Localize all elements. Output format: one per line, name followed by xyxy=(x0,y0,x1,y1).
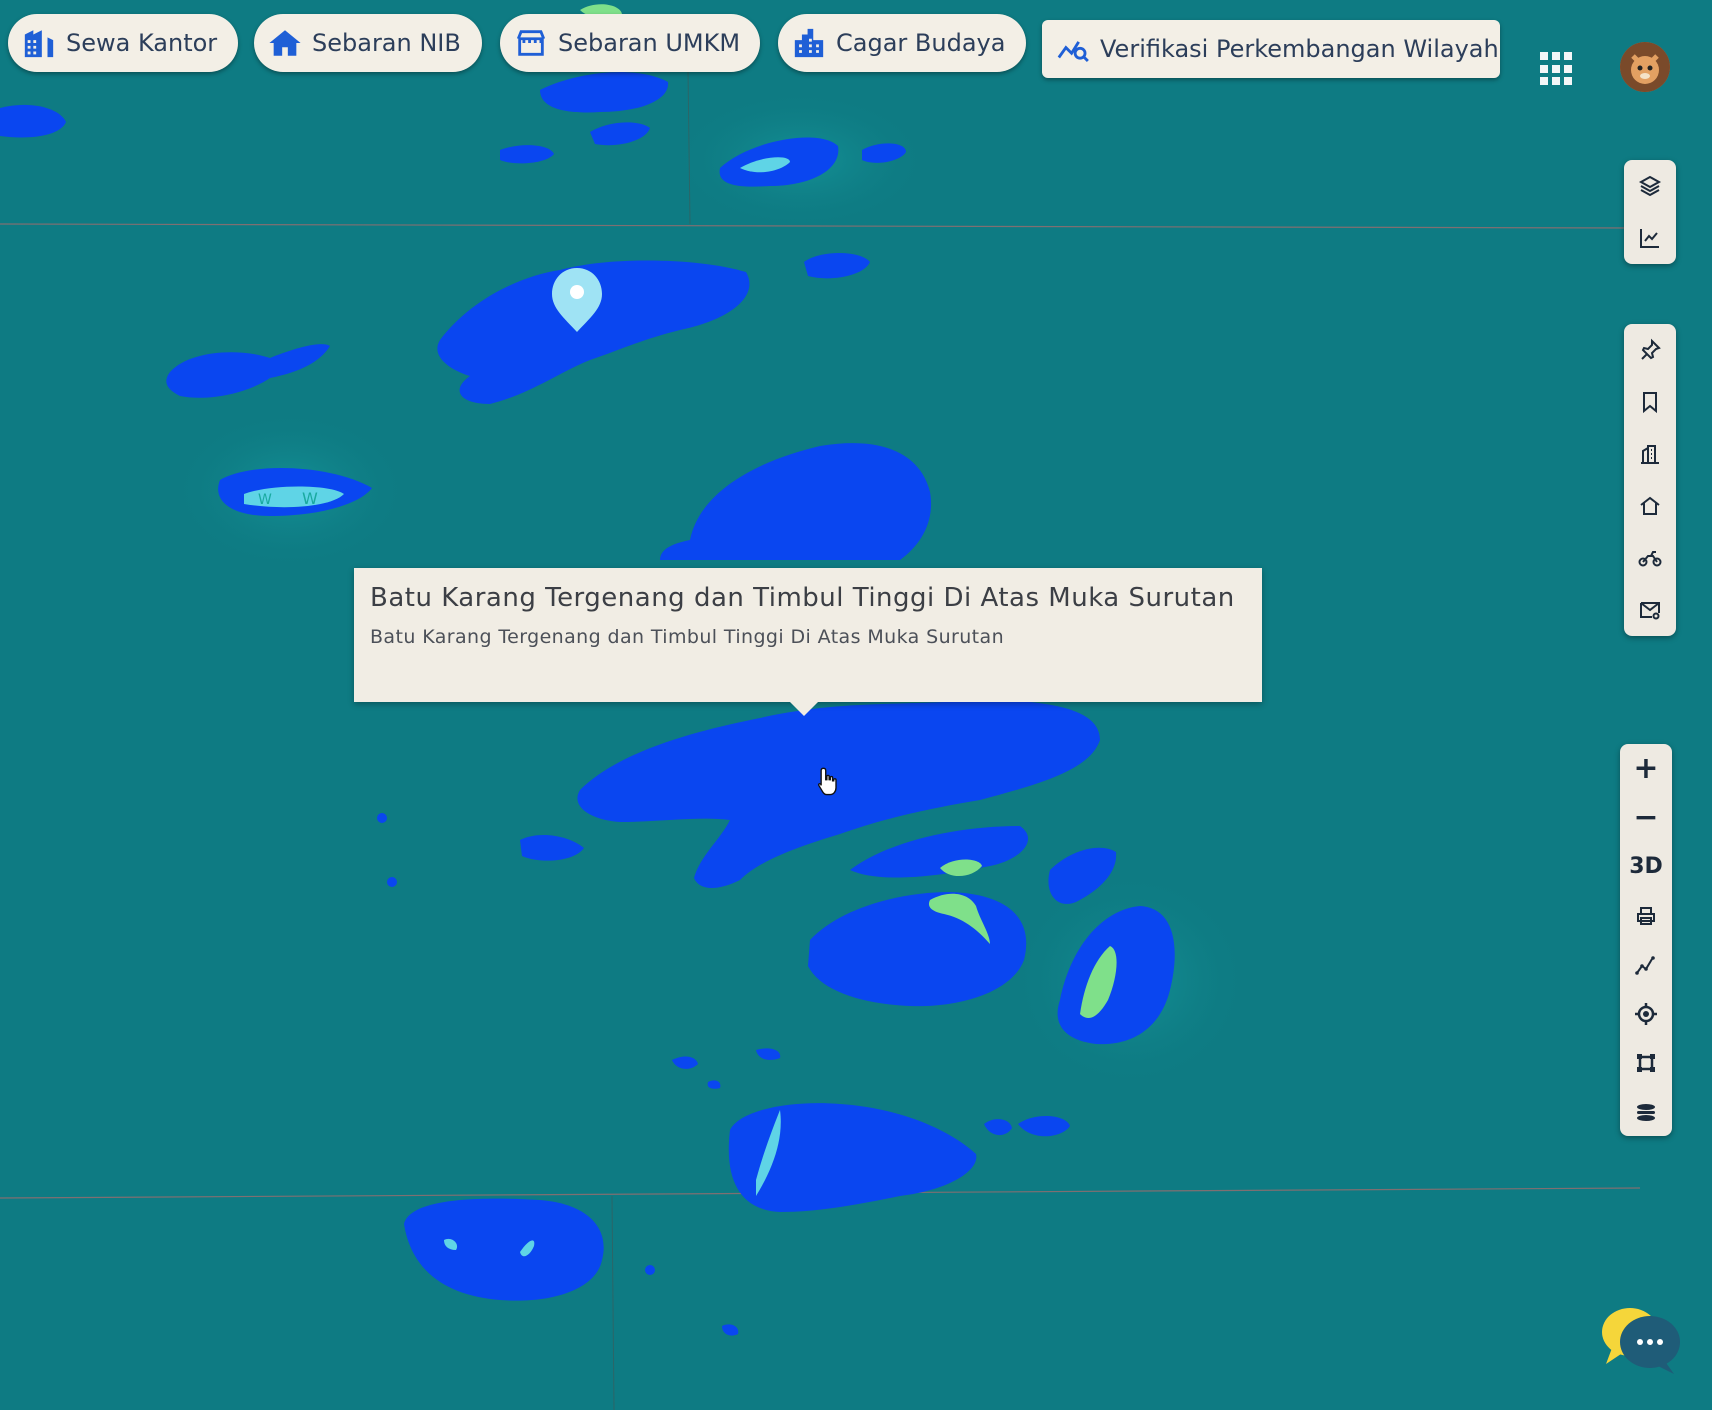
chip-label: Sebaran UMKM xyxy=(558,29,741,57)
chip-cagar-budaya[interactable]: Cagar Budaya xyxy=(778,14,1026,72)
mail-icon xyxy=(1640,602,1660,620)
bookmark-icon xyxy=(1643,392,1657,414)
chip-sebaran-nib[interactable]: Sebaran NIB xyxy=(254,14,482,72)
print-icon xyxy=(1637,906,1655,925)
home-icon xyxy=(269,30,301,56)
motorcycle-icon xyxy=(1638,551,1662,567)
feature-popup: Batu Karang Tergenang dan Timbul Tinggi … xyxy=(354,568,1262,716)
mail-button[interactable] xyxy=(1624,584,1676,636)
store-icon xyxy=(516,30,546,56)
chat-bubble-icon[interactable] xyxy=(1594,1298,1684,1378)
chip-sewa-kantor[interactable]: Sewa Kantor xyxy=(8,14,238,72)
popup-subtitle: Batu Karang Tergenang dan Timbul Tinggi … xyxy=(370,626,1005,648)
reef-area xyxy=(377,813,387,823)
map-canvas[interactable]: W W xyxy=(0,0,1712,1410)
measure-button[interactable] xyxy=(1620,940,1672,989)
chart-button[interactable] xyxy=(1624,212,1676,264)
locate-button[interactable] xyxy=(1620,989,1672,1038)
pin-button[interactable] xyxy=(1624,324,1676,376)
office-building-icon xyxy=(24,30,54,58)
crop-icon xyxy=(1637,1053,1655,1072)
stack-icon xyxy=(1637,1103,1655,1121)
map-label: W xyxy=(302,489,318,508)
zoom-in-button[interactable]: + xyxy=(1620,744,1672,793)
locate-icon xyxy=(1635,1002,1657,1025)
chip-label: Cagar Budaya xyxy=(836,29,1006,57)
chart-search-icon xyxy=(1057,41,1089,63)
chip-verifikasi-perkembangan-wilayah[interactable]: Verifikasi Perkembangan Wilayah xyxy=(1042,20,1500,78)
chip-label: Verifikasi Perkembangan Wilayah xyxy=(1100,35,1499,63)
popup-title: Batu Karang Tergenang dan Timbul Tinggi … xyxy=(370,583,1235,613)
print-button[interactable] xyxy=(1620,891,1672,940)
motorcycle-button[interactable] xyxy=(1624,532,1676,584)
line-chart-icon xyxy=(1640,229,1659,248)
city-buildings-icon xyxy=(794,28,824,58)
zoom-out-button[interactable]: − xyxy=(1620,793,1672,842)
layers-icon xyxy=(1638,175,1662,197)
toolbar-map-controls: + − 3D xyxy=(1620,744,1672,1136)
home-outline-icon xyxy=(1640,496,1660,515)
crop-button[interactable] xyxy=(1620,1038,1672,1087)
chip-sebaran-umkm[interactable]: Sebaran UMKM xyxy=(500,14,760,72)
bookmark-button[interactable] xyxy=(1624,376,1676,428)
toolbar-layers xyxy=(1624,160,1676,264)
building-icon xyxy=(1641,445,1659,464)
chip-label: Sebaran NIB xyxy=(312,29,461,57)
home-button[interactable] xyxy=(1624,480,1676,532)
toolbar-tools xyxy=(1624,324,1676,636)
user-avatar-icon[interactable] xyxy=(1620,42,1670,92)
stack-button[interactable] xyxy=(1620,1087,1672,1136)
pin-icon xyxy=(1641,338,1661,360)
building-button[interactable] xyxy=(1624,428,1676,480)
view-3d-button[interactable]: 3D xyxy=(1620,842,1672,891)
layers-button[interactable] xyxy=(1624,160,1676,212)
reef-area xyxy=(387,877,397,887)
reef-area xyxy=(645,1265,655,1275)
map-label: W xyxy=(258,492,272,508)
hand-cursor-icon xyxy=(818,767,837,796)
grid-apps-icon[interactable] xyxy=(1540,52,1574,86)
chip-label: Sewa Kantor xyxy=(66,29,218,57)
measure-icon xyxy=(1635,955,1655,975)
